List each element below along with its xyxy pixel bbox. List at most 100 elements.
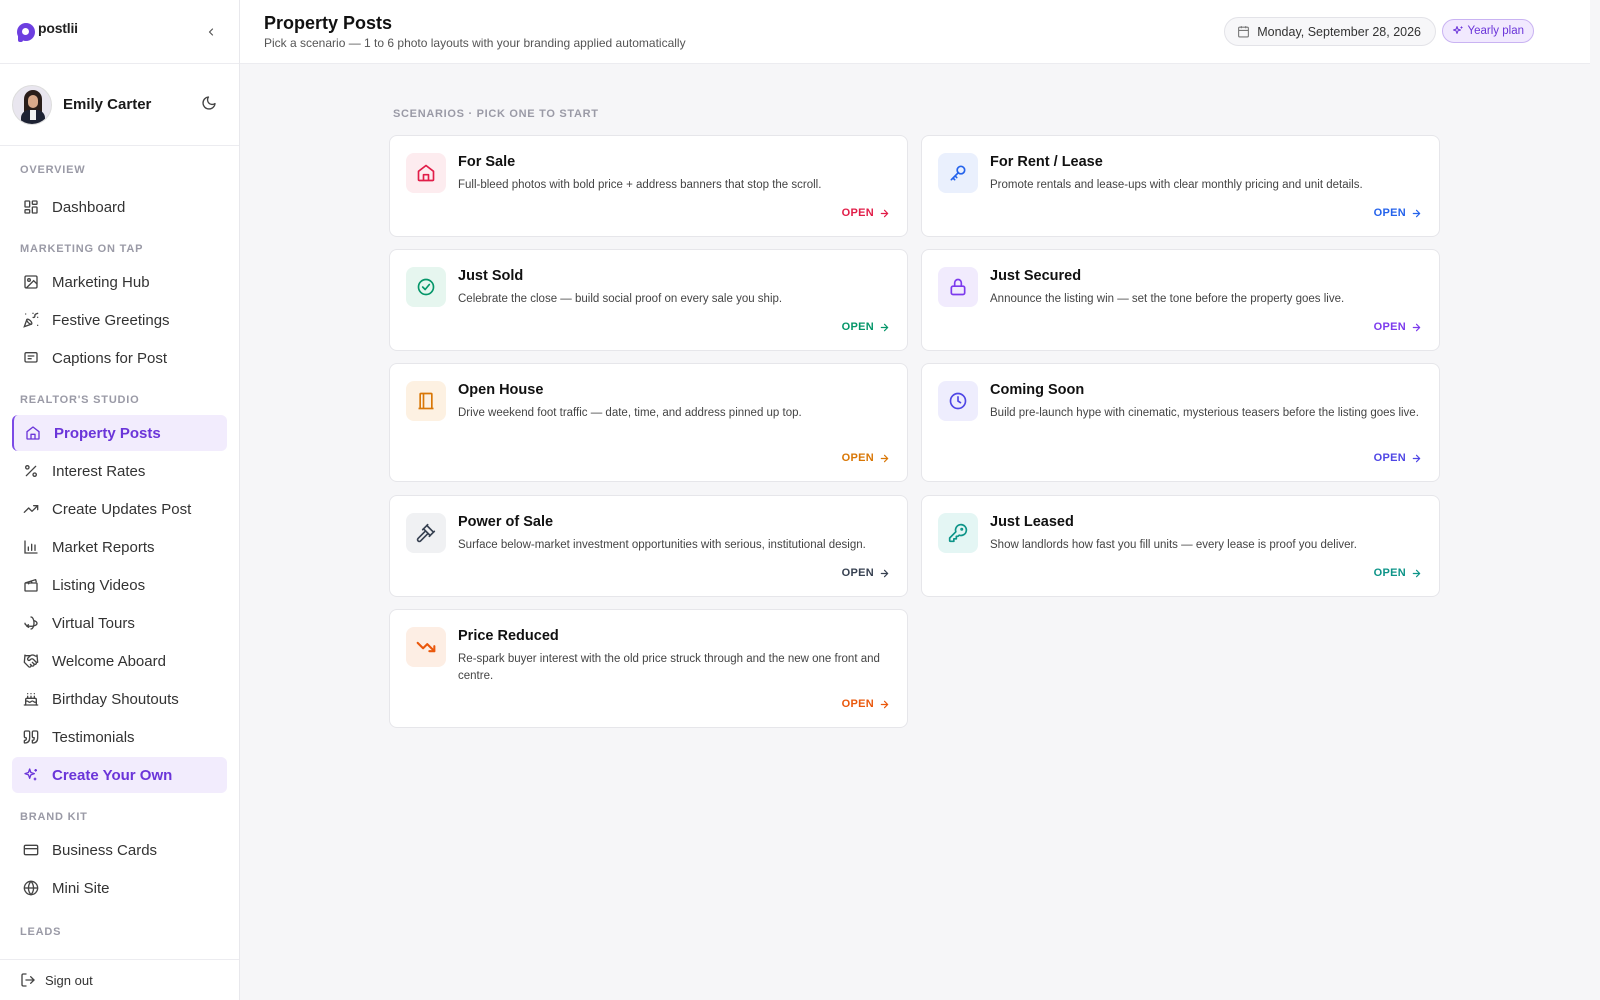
open-label: OPEN — [1373, 207, 1406, 219]
sidebar-item-listing-videos[interactable]: Listing Videos — [12, 567, 227, 603]
sparkles-icon — [1452, 26, 1463, 34]
card-open-link[interactable]: OPEN — [1374, 207, 1422, 219]
sidebar-item-label: Welcome Aboard — [52, 652, 166, 670]
chevron-left-icon — [208, 28, 214, 36]
sidebar-item-property-posts[interactable]: Property Posts — [12, 415, 227, 451]
plan-badge[interactable]: Yearly plan — [1441, 19, 1534, 43]
card-description: Build pre-launch hype with cinematic, my… — [990, 407, 1419, 419]
card-description: Full-bleed photos with bold price + addr… — [458, 179, 822, 191]
open-label: OPEN — [841, 567, 874, 579]
nav-section-leads: LEADS — [20, 926, 62, 938]
log-out-icon — [21, 973, 35, 987]
sidebar-item-festive-greetings[interactable]: Festive Greetings — [12, 302, 227, 338]
sidebar-item-label: Virtual Tours — [52, 614, 135, 632]
card-description: Celebrate the close — build social proof… — [458, 293, 783, 305]
sidebar-item-interest-rates[interactable]: Interest Rates — [12, 453, 227, 489]
key-round-icon — [948, 523, 968, 543]
trending-down-icon — [416, 641, 436, 653]
open-label: OPEN — [841, 321, 874, 333]
house-icon — [26, 426, 40, 440]
arrow-right-icon — [880, 209, 889, 217]
nav-section-marketing: MARKETING ON TAP — [20, 243, 144, 255]
moon-icon — [202, 96, 216, 110]
sidebar-item-label: Marketing Hub — [52, 273, 150, 291]
sidebar-item-label: Listing Videos — [52, 576, 146, 594]
brand-bar: postlii — [0, 0, 239, 64]
bar-chart-icon — [24, 540, 38, 554]
scenario-card-just-sold[interactable]: Just Sold Celebrate the close — build so… — [389, 249, 908, 351]
sparkles-icon — [24, 768, 37, 781]
scenario-card-open-house[interactable]: Open House Drive weekend foot traffic — … — [389, 363, 908, 482]
sidebar-item-mini-site[interactable]: Mini Site — [12, 870, 227, 906]
main-content: SCENARIOS · PICK ONE TO START For Sale F… — [240, 64, 1590, 1000]
card-title: Coming Soon — [990, 382, 1085, 398]
key-icon — [950, 165, 966, 181]
scenario-card-power-of-sale[interactable]: Power of Sale Surface below-market inves… — [389, 495, 908, 597]
gavel-icon — [416, 523, 436, 543]
door-icon — [418, 392, 434, 410]
sidebar-item-create-your-own[interactable]: Create Your Own — [12, 757, 227, 793]
sidebar-item-label: Create Updates Post — [52, 500, 192, 518]
card-open-link[interactable]: OPEN — [842, 207, 890, 219]
arrow-right-icon — [880, 323, 889, 331]
sidebar-item-marketing-hub[interactable]: Marketing Hub — [12, 264, 227, 300]
calendar-icon — [1238, 26, 1250, 38]
sidebar-item-welcome-aboard[interactable]: Welcome Aboard — [12, 643, 227, 679]
collapse-sidebar-button[interactable] — [201, 22, 221, 42]
card-description: Show landlords how fast you fill units —… — [990, 539, 1357, 551]
sidebar-item-testimonials[interactable]: Testimonials — [12, 719, 227, 755]
plan-label: Yearly plan — [1467, 25, 1524, 37]
sidebar-item-label: Property Posts — [54, 424, 161, 442]
scenario-card-just-leased[interactable]: Just Leased Show landlords how fast you … — [921, 495, 1440, 597]
card-icon-box — [406, 513, 446, 553]
card-description: Surface below-market investment opportun… — [458, 539, 866, 551]
user-profile[interactable]: Emily Carter — [0, 64, 239, 146]
card-open-link[interactable]: OPEN — [1374, 321, 1422, 333]
sidebar-item-label: Captions for Post — [52, 349, 168, 367]
arrow-right-icon — [1412, 569, 1421, 577]
sidebar-item-virtual-tours[interactable]: Virtual Tours — [12, 605, 227, 641]
scenario-card-just-secured[interactable]: Just Secured Announce the listing win — … — [921, 249, 1440, 351]
scenario-card-price-reduced[interactable]: Price Reduced Re-spark buyer interest wi… — [389, 609, 908, 728]
arrow-right-icon — [1412, 323, 1421, 331]
card-description: Announce the listing win — set the tone … — [990, 293, 1345, 305]
card-title: For Sale — [458, 154, 516, 170]
card-open-link[interactable]: OPEN — [842, 698, 890, 710]
house-icon — [417, 164, 435, 182]
card-open-link[interactable]: OPEN — [842, 452, 890, 464]
card-icon-box — [938, 267, 978, 307]
date-text: Monday, September 28, 2026 — [1257, 24, 1421, 39]
sidebar-item-label: Testimonials — [52, 728, 135, 746]
open-label: OPEN — [841, 698, 874, 710]
dashboard-icon — [24, 200, 38, 214]
sidebar-item-captions[interactable]: Captions for Post — [12, 340, 227, 376]
card-open-link[interactable]: OPEN — [842, 321, 890, 333]
card-description: Re-spark buyer interest with the old pri… — [458, 653, 880, 682]
card-description: Drive weekend foot traffic — date, time,… — [458, 407, 802, 419]
sidebar-item-birthday-shoutouts[interactable]: Birthday Shoutouts — [12, 681, 227, 717]
card-icon-box — [938, 381, 978, 421]
arrow-right-icon — [880, 700, 889, 708]
card-title: For Rent / Lease — [990, 154, 1103, 170]
theme-toggle-button[interactable] — [201, 95, 221, 115]
nav-section-brand-kit: BRAND KIT — [20, 811, 88, 823]
sidebar-item-dashboard[interactable]: Dashboard — [12, 189, 227, 225]
card-title: Power of Sale — [458, 514, 554, 530]
open-label: OPEN — [1373, 321, 1406, 333]
sidebar-item-market-reports[interactable]: Market Reports — [12, 529, 227, 565]
card-open-link[interactable]: OPEN — [1374, 567, 1422, 579]
card-open-link[interactable]: OPEN — [1374, 452, 1422, 464]
profile-name: Emily Carter — [63, 96, 152, 113]
scenario-card-for-rent[interactable]: For Rent / Lease Promote rentals and lea… — [921, 135, 1440, 237]
sign-out-button[interactable]: Sign out — [0, 959, 239, 1000]
card-title: Just Secured — [990, 268, 1082, 284]
open-label: OPEN — [1373, 452, 1406, 464]
scenario-card-coming-soon[interactable]: Coming Soon Build pre-launch hype with c… — [921, 363, 1440, 482]
card-title: Open House — [458, 382, 544, 398]
sidebar-nav: OVERVIEW Dashboard MARKETING ON TAP Mark… — [0, 160, 239, 942]
scenario-card-for-sale[interactable]: For Sale Full-bleed photos with bold pri… — [389, 135, 908, 237]
card-icon-box — [406, 381, 446, 421]
sidebar-item-create-updates[interactable]: Create Updates Post — [12, 491, 227, 527]
sidebar-item-business-cards[interactable]: Business Cards — [12, 832, 227, 868]
card-open-link[interactable]: OPEN — [842, 567, 890, 579]
